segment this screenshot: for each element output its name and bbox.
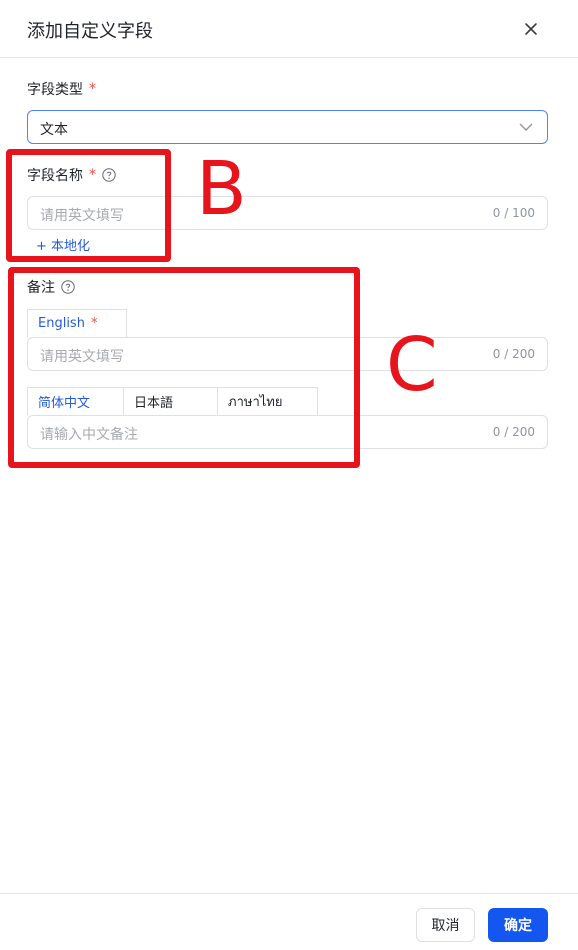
field-type-label: 字段类型 * [27, 79, 96, 99]
drawer-footer: 取消 确定 [0, 893, 578, 950]
drawer-header: 添加自定义字段 [0, 0, 578, 58]
close-icon[interactable] [519, 17, 543, 41]
field-type-value: 文本 [40, 122, 68, 138]
remark-english-counter: 0 / 200 [492, 347, 535, 361]
custom-field-drawer: 添加自定义字段 字段类型 * 文本 字段名称 * 请用英文填写 0 / 100 … [0, 0, 578, 950]
annotation-box-c [8, 267, 360, 468]
annotation-box-b [6, 149, 171, 262]
annotation-letter-c: C [386, 322, 438, 408]
remark-locale-counter: 0 / 200 [492, 425, 535, 439]
chevron-down-icon [519, 123, 533, 131]
drawer-title: 添加自定义字段 [27, 21, 153, 42]
confirm-button[interactable]: 确定 [488, 908, 548, 942]
field-type-select[interactable]: 文本 [27, 110, 548, 144]
field-type-label-text: 字段类型 [27, 82, 83, 98]
field-name-counter: 0 / 100 [492, 206, 535, 220]
cancel-button[interactable]: 取消 [416, 908, 475, 942]
annotation-letter-b: B [196, 146, 247, 232]
required-mark: * [89, 81, 96, 97]
